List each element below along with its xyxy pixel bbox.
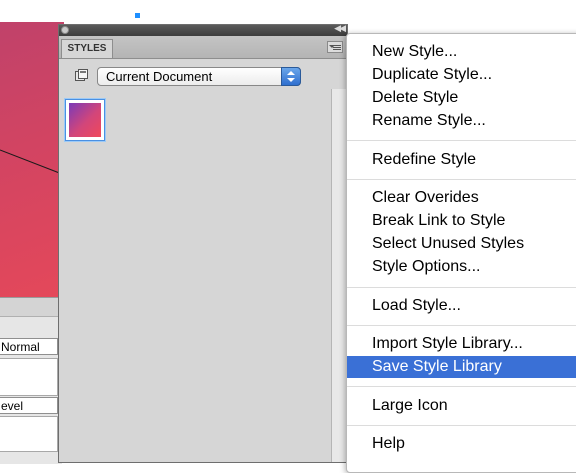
menu-item-help[interactable]: Help — [347, 433, 576, 455]
blend-mode-field[interactable]: Normal — [0, 338, 58, 355]
properties-pane — [0, 358, 58, 396]
document-select-value: Current Document — [106, 69, 213, 84]
menu-separator — [347, 140, 576, 141]
selection-handle[interactable] — [135, 13, 140, 18]
properties-pane-2 — [0, 416, 58, 452]
menu-item-new-style[interactable]: New Style... — [347, 41, 576, 63]
panel-tabbar: STYLES — [59, 36, 347, 59]
menu-separator — [347, 425, 576, 426]
style-swatch-preview — [69, 103, 101, 137]
properties-header-strip — [0, 298, 62, 317]
close-icon[interactable] — [61, 26, 69, 34]
document-icon — [75, 69, 88, 81]
menu-item-break-link[interactable]: Break Link to Style — [347, 210, 576, 232]
menu-item-style-options[interactable]: Style Options... — [347, 256, 576, 278]
menu-separator — [347, 287, 576, 288]
styles-panel: ◀◀ STYLES Current Document — [58, 23, 348, 463]
panel-menu-icon[interactable] — [327, 41, 343, 53]
canvas-artwork[interactable] — [0, 22, 64, 297]
tab-styles[interactable]: STYLES — [61, 39, 113, 58]
panel-context-menu: New Style... Duplicate Style... Delete S… — [346, 33, 576, 473]
menu-item-save-library[interactable]: Save Style Library — [347, 356, 576, 378]
menu-item-import-library[interactable]: Import Style Library... — [347, 333, 576, 355]
styles-list — [59, 89, 331, 462]
collapse-icon[interactable]: ◀◀ — [334, 23, 346, 34]
menu-separator — [347, 325, 576, 326]
menu-item-clear-overrides[interactable]: Clear Overides — [347, 187, 576, 209]
styles-scrollbar[interactable] — [331, 89, 347, 462]
menu-separator — [347, 386, 576, 387]
menu-item-load-style[interactable]: Load Style... — [347, 295, 576, 317]
style-swatch[interactable] — [65, 99, 105, 141]
menu-item-large-icon[interactable]: Large Icon — [347, 395, 576, 417]
menu-item-delete-style[interactable]: Delete Style — [347, 87, 576, 109]
menu-item-duplicate-style[interactable]: Duplicate Style... — [347, 64, 576, 86]
menu-item-rename-style[interactable]: Rename Style... — [347, 110, 576, 132]
menu-item-select-unused[interactable]: Select Unused Styles — [347, 233, 576, 255]
document-select[interactable]: Current Document — [97, 67, 301, 86]
styles-toolbar: Current Document — [59, 59, 347, 89]
panel-titlebar[interactable]: ◀◀ — [59, 23, 347, 36]
select-arrows-icon[interactable] — [281, 67, 301, 86]
menu-item-redefine-style[interactable]: Redefine Style — [347, 149, 576, 171]
properties-panel-fragment: Normal evel — [0, 297, 62, 464]
artwork-line — [0, 149, 63, 175]
menu-separator — [347, 179, 576, 180]
level-field[interactable]: evel — [0, 397, 58, 414]
